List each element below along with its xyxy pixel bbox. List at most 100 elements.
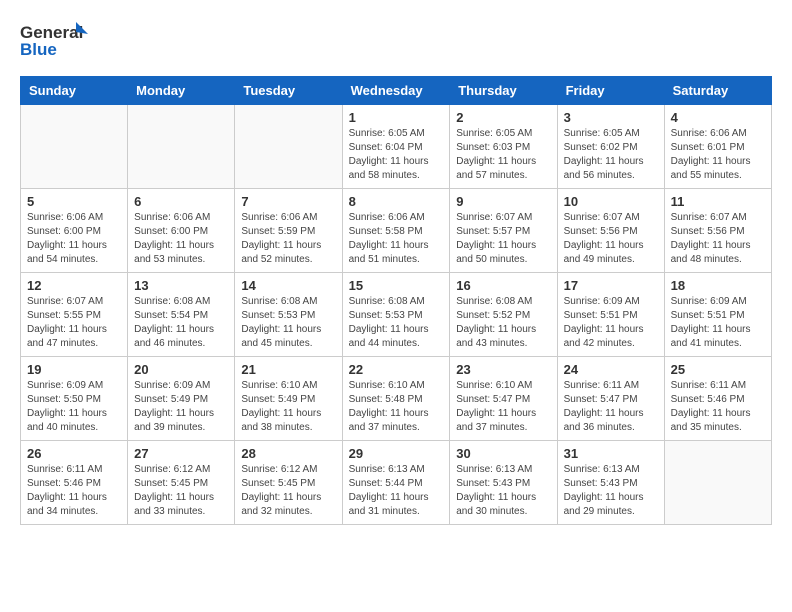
week-row-2: 5Sunrise: 6:06 AM Sunset: 6:00 PM Daylig… [21,189,772,273]
day-info: Sunrise: 6:08 AM Sunset: 5:53 PM Dayligh… [349,295,444,351]
day-cell: 10 Sunrise: 6:07 AM Sunset: 5:56 PM Dayli… [557,189,664,273]
day-info: Sunrise: 6:07 AM Sunset: 5:56 PM Dayligh… [671,211,765,267]
day-cell: 18Sunrise: 6:09 AM Sunset: 5:51 PM Dayli… [664,273,771,357]
day-cell: 13 Sunrise: 6:08 AM Sunset: 5:54 PM Dayli… [128,273,235,357]
day-info: Sunrise: 6:08 AM Sunset: 5:53 PM Dayligh… [241,295,335,351]
day-number: 25 [671,362,765,377]
day-number: 15 [349,278,444,293]
day-number: 19 [27,362,121,377]
day-info: Sunrise: 6:10 AM Sunset: 5:47 PM Dayligh… [456,379,550,435]
day-number: 24 [564,362,658,377]
day-info: Sunrise: 6:06 AM Sunset: 5:59 PM Dayligh… [241,211,335,267]
week-row-5: 26 Sunrise: 6:11 AM Sunset: 5:46 PM Dayli… [21,441,772,525]
day-cell: 12 Sunrise: 6:07 AM Sunset: 5:55 PM Dayli… [21,273,128,357]
day-cell: 21 Sunrise: 6:10 AM Sunset: 5:49 PM Dayli… [235,357,342,441]
day-cell [235,105,342,189]
day-cell: 23 Sunrise: 6:10 AM Sunset: 5:47 PM Dayli… [450,357,557,441]
day-cell: 8 Sunrise: 6:06 AM Sunset: 5:58 PM Daylig… [342,189,450,273]
day-number: 8 [349,194,444,209]
weekday-header-saturday: Saturday [664,77,771,105]
day-info: Sunrise: 6:06 AM Sunset: 6:00 PM Dayligh… [27,211,121,267]
day-info: Sunrise: 6:09 AM Sunset: 5:51 PM Dayligh… [671,295,765,351]
day-number: 12 [27,278,121,293]
day-info: Sunrise: 6:11 AM Sunset: 5:46 PM Dayligh… [671,379,765,435]
day-cell: 24 Sunrise: 6:11 AM Sunset: 5:47 PM Dayli… [557,357,664,441]
day-info: Sunrise: 6:11 AM Sunset: 5:47 PM Dayligh… [564,379,658,435]
day-info: Sunrise: 6:06 AM Sunset: 5:58 PM Dayligh… [349,211,444,267]
day-info: Sunrise: 6:09 AM Sunset: 5:51 PM Dayligh… [564,295,658,351]
day-cell: 7 Sunrise: 6:06 AM Sunset: 5:59 PM Daylig… [235,189,342,273]
day-number: 7 [241,194,335,209]
day-cell: 3 Sunrise: 6:05 AM Sunset: 6:02 PM Daylig… [557,105,664,189]
day-number: 6 [134,194,228,209]
day-cell: 15 Sunrise: 6:08 AM Sunset: 5:53 PM Dayli… [342,273,450,357]
weekday-header-sunday: Sunday [21,77,128,105]
weekday-header-wednesday: Wednesday [342,77,450,105]
day-info: Sunrise: 6:11 AM Sunset: 5:46 PM Dayligh… [27,463,121,519]
svg-text:Blue: Blue [20,40,57,59]
day-cell: 5Sunrise: 6:06 AM Sunset: 6:00 PM Daylig… [21,189,128,273]
week-row-1: 1Sunrise: 6:05 AM Sunset: 6:04 PM Daylig… [21,105,772,189]
day-cell: 1Sunrise: 6:05 AM Sunset: 6:04 PM Daylig… [342,105,450,189]
day-cell: 28Sunrise: 6:12 AM Sunset: 5:45 PM Dayli… [235,441,342,525]
day-cell: 14Sunrise: 6:08 AM Sunset: 5:53 PM Dayli… [235,273,342,357]
day-cell: 11 Sunrise: 6:07 AM Sunset: 5:56 PM Dayli… [664,189,771,273]
day-number: 10 [564,194,658,209]
day-cell: 19 Sunrise: 6:09 AM Sunset: 5:50 PM Dayli… [21,357,128,441]
day-number: 9 [456,194,550,209]
day-cell: 27Sunrise: 6:12 AM Sunset: 5:45 PM Dayli… [128,441,235,525]
day-info: Sunrise: 6:07 AM Sunset: 5:56 PM Dayligh… [564,211,658,267]
day-cell: 20 Sunrise: 6:09 AM Sunset: 5:49 PM Dayli… [128,357,235,441]
day-info: Sunrise: 6:09 AM Sunset: 5:50 PM Dayligh… [27,379,121,435]
day-cell: 26 Sunrise: 6:11 AM Sunset: 5:46 PM Dayli… [21,441,128,525]
page-header: GeneralBlue [20,20,772,60]
weekday-header-row: SundayMondayTuesdayWednesdayThursdayFrid… [21,77,772,105]
week-row-4: 19 Sunrise: 6:09 AM Sunset: 5:50 PM Dayli… [21,357,772,441]
calendar-table: SundayMondayTuesdayWednesdayThursdayFrid… [20,76,772,525]
day-cell [664,441,771,525]
day-info: Sunrise: 6:08 AM Sunset: 5:52 PM Dayligh… [456,295,550,351]
day-number: 20 [134,362,228,377]
day-number: 11 [671,194,765,209]
day-cell: 9 Sunrise: 6:07 AM Sunset: 5:57 PM Daylig… [450,189,557,273]
week-row-3: 12 Sunrise: 6:07 AM Sunset: 5:55 PM Dayli… [21,273,772,357]
weekday-header-tuesday: Tuesday [235,77,342,105]
day-info: Sunrise: 6:09 AM Sunset: 5:49 PM Dayligh… [134,379,228,435]
day-info: Sunrise: 6:12 AM Sunset: 5:45 PM Dayligh… [134,463,228,519]
day-info: Sunrise: 6:06 AM Sunset: 6:00 PM Dayligh… [134,211,228,267]
day-number: 22 [349,362,444,377]
day-info: Sunrise: 6:08 AM Sunset: 5:54 PM Dayligh… [134,295,228,351]
day-info: Sunrise: 6:13 AM Sunset: 5:43 PM Dayligh… [564,463,658,519]
day-number: 26 [27,446,121,461]
day-number: 1 [349,110,444,125]
day-info: Sunrise: 6:13 AM Sunset: 5:44 PM Dayligh… [349,463,444,519]
day-number: 2 [456,110,550,125]
day-cell: 16 Sunrise: 6:08 AM Sunset: 5:52 PM Dayli… [450,273,557,357]
day-info: Sunrise: 6:06 AM Sunset: 6:01 PM Dayligh… [671,127,765,183]
day-number: 16 [456,278,550,293]
day-number: 13 [134,278,228,293]
day-number: 3 [564,110,658,125]
day-cell: 25 Sunrise: 6:11 AM Sunset: 5:46 PM Dayli… [664,357,771,441]
day-info: Sunrise: 6:10 AM Sunset: 5:48 PM Dayligh… [349,379,444,435]
day-cell: 22 Sunrise: 6:10 AM Sunset: 5:48 PM Dayli… [342,357,450,441]
logo: GeneralBlue [20,20,90,60]
day-info: Sunrise: 6:10 AM Sunset: 5:49 PM Dayligh… [241,379,335,435]
day-cell: 6 Sunrise: 6:06 AM Sunset: 6:00 PM Daylig… [128,189,235,273]
day-info: Sunrise: 6:05 AM Sunset: 6:02 PM Dayligh… [564,127,658,183]
day-info: Sunrise: 6:07 AM Sunset: 5:55 PM Dayligh… [27,295,121,351]
day-cell: 31 Sunrise: 6:13 AM Sunset: 5:43 PM Dayli… [557,441,664,525]
day-number: 17 [564,278,658,293]
day-number: 29 [349,446,444,461]
weekday-header-friday: Friday [557,77,664,105]
day-info: Sunrise: 6:07 AM Sunset: 5:57 PM Dayligh… [456,211,550,267]
day-number: 21 [241,362,335,377]
day-cell: 17 Sunrise: 6:09 AM Sunset: 5:51 PM Dayli… [557,273,664,357]
day-number: 31 [564,446,658,461]
day-number: 28 [241,446,335,461]
day-cell [128,105,235,189]
day-cell: 4Sunrise: 6:06 AM Sunset: 6:01 PM Daylig… [664,105,771,189]
weekday-header-thursday: Thursday [450,77,557,105]
day-info: Sunrise: 6:05 AM Sunset: 6:03 PM Dayligh… [456,127,550,183]
day-number: 23 [456,362,550,377]
